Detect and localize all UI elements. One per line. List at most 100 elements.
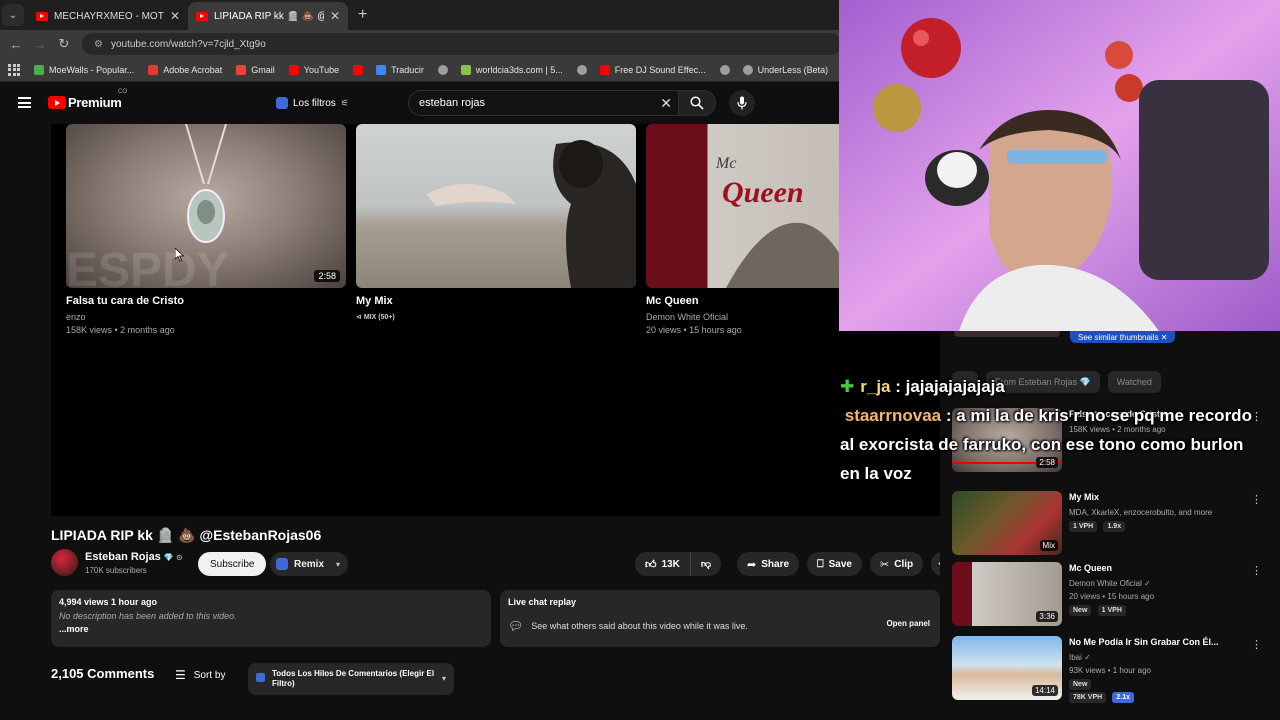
- share-button[interactable]: ➦ Share: [737, 552, 800, 576]
- forward-arrow-icon[interactable]: →: [28, 37, 52, 52]
- bookmark-label: Adobe Acrobat: [163, 64, 223, 75]
- back-arrow-icon[interactable]: ←: [4, 37, 28, 52]
- svg-text:ESPDY: ESPDY: [66, 244, 229, 288]
- browser-tab-2[interactable]: LIPIADA RIP kk 🪦 💩 @Esteba ✕: [188, 2, 348, 30]
- bookmark-label: Gmail: [251, 64, 275, 75]
- end-screen-card[interactable]: My Mix ⊲ MIX (50+): [356, 124, 636, 324]
- site-info-icon[interactable]: ⚙: [94, 39, 103, 50]
- recommended-stats: 93K views • 1 hour ago: [1069, 666, 1151, 675]
- recommended-thumbnail[interactable]: Mix: [952, 491, 1062, 555]
- card-title[interactable]: My Mix: [356, 295, 636, 307]
- youtube-header: Premium CO Los filtros ⚟ esteban rojas ✕: [0, 82, 940, 124]
- sub-badge-icon: ✚: [840, 377, 855, 396]
- bookmark-label: UnderLess (Beta): [757, 64, 829, 75]
- like-dislike-group: 👍︎ 13K 👎︎: [635, 552, 729, 576]
- beach-artwork: [426, 140, 636, 288]
- recommended-stats: 20 views • 15 hours ago: [1069, 592, 1155, 601]
- bookmark-item[interactable]: [576, 64, 592, 75]
- new-tab-button[interactable]: +: [358, 6, 367, 24]
- subscribe-button[interactable]: Subscribe: [198, 552, 267, 576]
- bookmark-item[interactable]: [353, 64, 368, 75]
- show-more-link[interactable]: ...more: [59, 624, 483, 634]
- description-box[interactable]: 4,994 views 1 hour ago No description ha…: [51, 590, 491, 647]
- live-chat-header: Live chat replay: [508, 597, 577, 607]
- recommended-title[interactable]: No Me Podía Ir Sin Grabar Con Él...: [1069, 636, 1249, 648]
- globe-icon: [576, 64, 587, 75]
- bookmark-item[interactable]: YouTube: [288, 64, 339, 75]
- card-title[interactable]: Falsa tu cara de Cristo: [66, 295, 346, 307]
- chat-message: ✚ r_ja : jajajajajajaja: [840, 377, 1005, 396]
- bookmark-item[interactable]: MoeWalls - Popular...: [34, 64, 134, 75]
- clear-search-icon[interactable]: ✕: [660, 95, 672, 112]
- bookmark-item[interactable]: Free DJ Sound Effec...: [599, 64, 706, 75]
- bookmark-favicon-icon: [460, 64, 471, 75]
- like-button[interactable]: 👍︎ 13K: [635, 552, 691, 576]
- bookmark-item[interactable]: [719, 64, 735, 75]
- duration-badge: 2:58: [314, 270, 340, 282]
- recommended-video[interactable]: Mix My Mix MDA, XkarleX, enzocerobulto, …: [952, 491, 1272, 559]
- url-field[interactable]: ⚙ youtube.com/watch?v=7cjld_Xtg9o: [82, 33, 842, 55]
- recommended-title[interactable]: My Mix: [1069, 491, 1249, 503]
- remix-button[interactable]: Remix ▾: [270, 552, 349, 576]
- recommended-video[interactable]: 3:36 Mc Queen Demon White Oficial ✓ 20 v…: [952, 562, 1272, 630]
- webcam-scene: [839, 0, 1280, 331]
- menu-icon[interactable]: [18, 97, 31, 108]
- sort-by-button[interactable]: ☰ Sort by: [175, 668, 225, 682]
- more-options-icon[interactable]: ⋮: [1251, 564, 1262, 577]
- tab-close-icon[interactable]: ✕: [330, 9, 340, 23]
- clip-label: Clip: [894, 558, 914, 570]
- apps-grid-icon[interactable]: [8, 63, 20, 76]
- search-button[interactable]: [678, 90, 716, 116]
- channel-avatar[interactable]: [51, 549, 78, 576]
- more-options-icon[interactable]: ⋮: [1251, 638, 1262, 651]
- globe-icon: [742, 64, 753, 75]
- duration-badge: 14:14: [1031, 685, 1058, 696]
- recommended-thumbnail[interactable]: 14:14: [952, 636, 1062, 700]
- channel-name[interactable]: Esteban Rojas 💎 ⊙: [85, 551, 183, 563]
- chat-bubble-icon: 💬︎: [508, 619, 524, 633]
- multiplier-tag: 2.1x: [1112, 692, 1135, 703]
- scissors-icon: ✂: [880, 558, 890, 571]
- more-options-icon[interactable]: ⋮: [1251, 493, 1262, 506]
- tab-title: MECHAYRXMEO - MOTORSPOR: [54, 10, 164, 22]
- bookmark-favicon-icon: [236, 64, 247, 75]
- multiplier-tag: 1.9x: [1103, 521, 1126, 532]
- recommended-title[interactable]: Mc Queen: [1069, 562, 1249, 574]
- search-input[interactable]: esteban rojas ✕: [408, 90, 678, 116]
- bookmark-item[interactable]: Traducir: [376, 64, 424, 75]
- save-button[interactable]: ⎕ Save: [807, 552, 862, 576]
- browser-tab-1[interactable]: MECHAYRXMEO - MOTORSPOR ✕: [28, 2, 188, 30]
- verified-icon: 💎 ⊙: [163, 553, 183, 562]
- bookmark-item[interactable]: UnderLess (Beta): [742, 64, 829, 75]
- save-label: Save: [828, 558, 852, 570]
- tab-search-icon[interactable]: ⌄: [2, 4, 24, 26]
- bookmark-item[interactable]: Gmail: [236, 64, 275, 75]
- tab-close-icon[interactable]: ✕: [170, 9, 180, 23]
- bookmark-item[interactable]: worldcia3ds.com | 5...: [460, 64, 563, 75]
- end-screen-card[interactable]: ESPDY 2:58 Falsa tu cara de Cristo enzo …: [66, 124, 346, 337]
- thumbnail-strip: [954, 331, 1060, 337]
- reload-icon[interactable]: ↻: [52, 36, 76, 52]
- see-similar-thumbnails-button[interactable]: See similar thumbnails ✕: [1070, 331, 1176, 343]
- bookmark-item[interactable]: Adobe Acrobat: [148, 64, 223, 75]
- clip-button[interactable]: ✂ Clip: [870, 552, 924, 576]
- recommended-video[interactable]: 14:14 No Me Podía Ir Sin Grabar Con Él..…: [952, 636, 1272, 704]
- card-channel: enzo: [66, 312, 86, 322]
- live-chat-replay-box: Live chat replay 💬︎ See what others said…: [500, 590, 940, 647]
- comment-thread-filter[interactable]: Todos Los Hilos De Comentarios (Elegir E…: [248, 663, 454, 695]
- duration-badge: 3:36: [1036, 611, 1058, 622]
- youtube-premium-logo[interactable]: Premium CO: [48, 89, 127, 110]
- video-thumbnail[interactable]: ESPDY 2:58: [66, 124, 346, 288]
- video-thumbnail[interactable]: [356, 124, 636, 288]
- comments-header: 2,105 Comments ☰ Sort by Todos Los Hilos…: [51, 660, 941, 695]
- video-player[interactable]: ESPDY 2:58 Falsa tu cara de Cristo enzo …: [51, 124, 940, 516]
- voice-search-button[interactable]: [729, 90, 755, 116]
- recommended-thumbnail[interactable]: 3:36: [952, 562, 1062, 626]
- extension-icon: [276, 558, 288, 570]
- open-panel-button[interactable]: Open panel: [886, 619, 930, 628]
- dislike-button[interactable]: 👎︎: [690, 552, 722, 576]
- chevron-down-icon: ▾: [441, 674, 446, 683]
- bookmark-item[interactable]: [437, 64, 453, 75]
- filters-button[interactable]: Los filtros ⚟: [276, 93, 349, 113]
- chat-username: r_ja: [860, 377, 891, 396]
